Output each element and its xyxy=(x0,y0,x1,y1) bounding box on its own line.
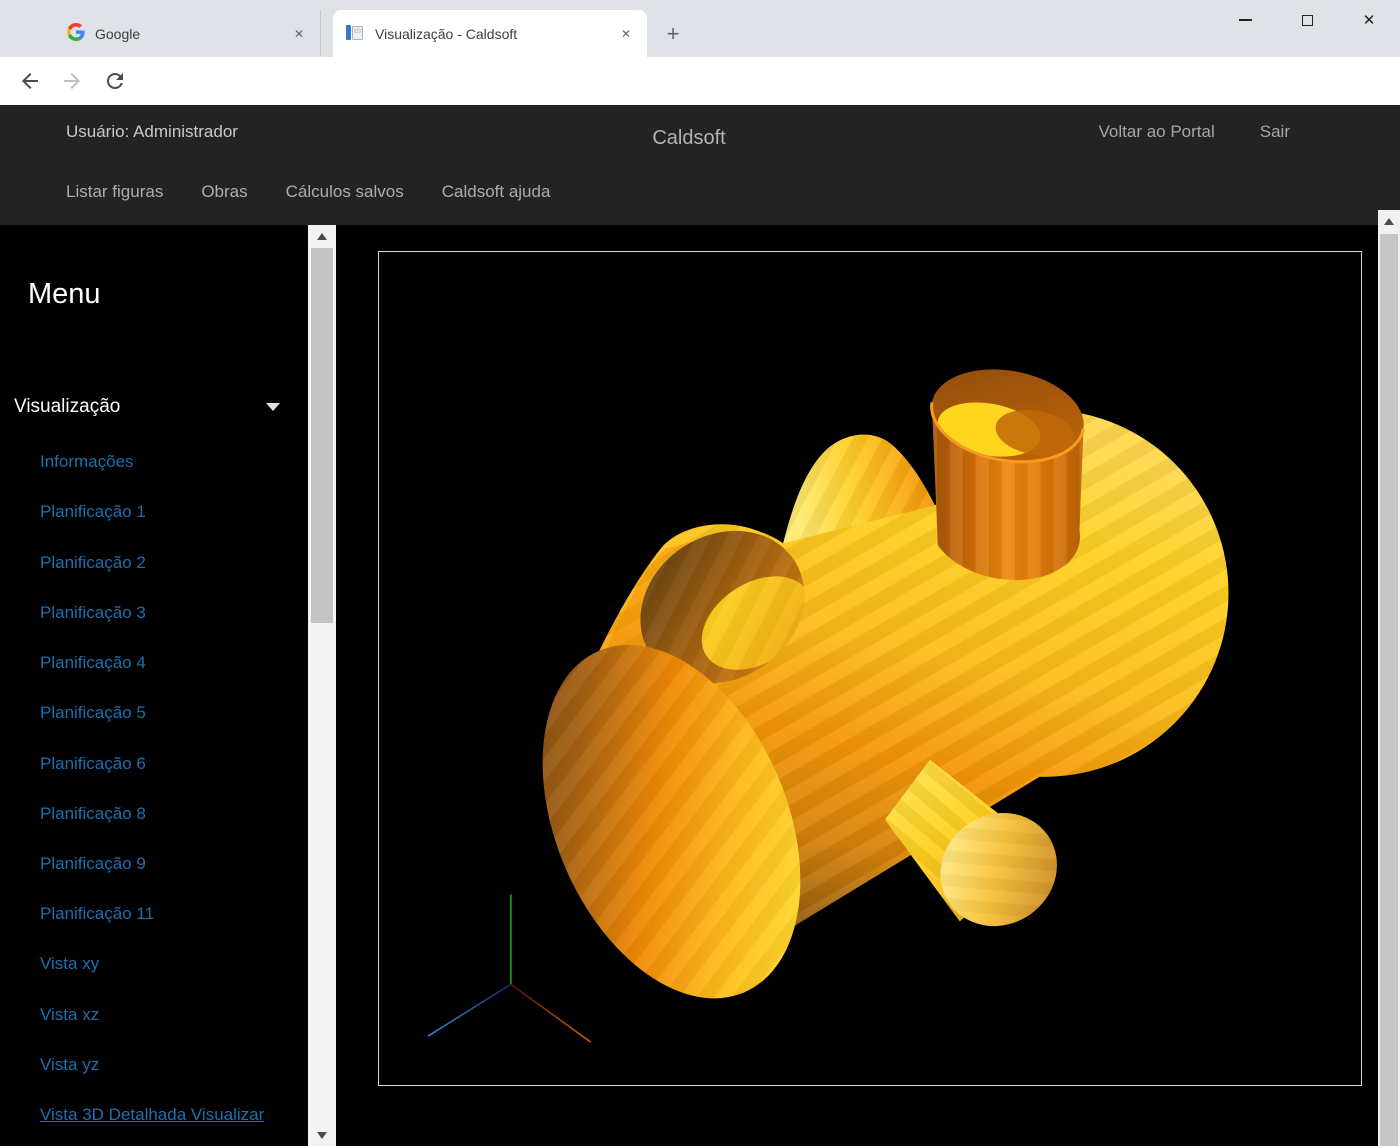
main-nav: Listar figuras Obras Cálculos salvos Cal… xyxy=(66,182,550,202)
sidebar: Menu Visualização Informações Planificaç… xyxy=(0,225,308,1146)
close-icon: ✕ xyxy=(1363,11,1376,29)
toolbar: calculo.info/Calculo/Visualizar ☆ C ⋮ xyxy=(0,57,1400,105)
sidebar-link-planificacao-1[interactable]: Planificação 1 xyxy=(40,502,146,522)
reload-icon[interactable] xyxy=(103,69,127,93)
header-links: Voltar ao Portal Sair xyxy=(1099,122,1290,142)
sidebar-link-planificacao-6[interactable]: Planificação 6 xyxy=(40,754,146,774)
sidebar-link-vista-xz[interactable]: Vista xz xyxy=(40,1005,99,1025)
sidebar-link-informacoes[interactable]: Informações xyxy=(40,452,134,472)
maximize-button[interactable] xyxy=(1276,0,1338,40)
close-tab-icon[interactable]: ✕ xyxy=(617,25,635,43)
axes-triad xyxy=(428,894,591,1042)
scroll-up-button[interactable] xyxy=(1378,210,1400,232)
axis-red xyxy=(511,984,591,1042)
sidebar-link-planificacao-4[interactable]: Planificação 4 xyxy=(40,653,146,673)
axis-blue xyxy=(428,984,511,1036)
scrollbar-thumb[interactable] xyxy=(311,248,333,623)
sidebar-link-vista-3d-detalhada[interactable]: Vista 3D Detalhada Visualizar xyxy=(40,1105,264,1125)
sidebar-link-planificacao-11[interactable]: Planificação 11 xyxy=(40,904,154,924)
vessel-top-nozzle xyxy=(924,358,1091,580)
nav-calculos-salvos[interactable]: Cálculos salvos xyxy=(286,182,404,202)
scroll-down-button[interactable] xyxy=(308,1124,336,1146)
section-label: Visualização xyxy=(14,396,120,417)
tab-google[interactable]: Google ✕ xyxy=(55,10,321,57)
viewer-frame xyxy=(378,251,1362,1086)
arrow-up-icon xyxy=(317,233,327,240)
sidebar-title: Menu xyxy=(28,278,101,311)
page-content: Usuário: Administrador Caldsoft Voltar a… xyxy=(0,105,1400,1146)
maximize-icon xyxy=(1302,15,1313,26)
tab-caldsoft[interactable]: Visualização - Caldsoft ✕ xyxy=(333,10,647,57)
sidebar-link-planificacao-2[interactable]: Planificação 2 xyxy=(40,553,146,573)
nav-obras[interactable]: Obras xyxy=(201,182,247,202)
back-icon[interactable] xyxy=(18,69,42,93)
portal-link[interactable]: Voltar ao Portal xyxy=(1099,122,1215,142)
model-canvas[interactable] xyxy=(379,252,1361,1085)
minimize-button[interactable] xyxy=(1214,0,1276,40)
google-logo-icon xyxy=(67,23,85,44)
page-scrollbar[interactable] xyxy=(1378,210,1400,1146)
browser-window: Google ✕ Visualização - Caldsoft ✕ + ✕ xyxy=(0,0,1400,1146)
sidebar-link-planificacao-3[interactable]: Planificação 3 xyxy=(40,603,146,623)
window-controls: ✕ xyxy=(1214,0,1400,40)
app-header: Usuário: Administrador Caldsoft Voltar a… xyxy=(0,105,1400,225)
sidebar-link-vista-yz[interactable]: Vista yz xyxy=(40,1055,99,1075)
sidebar-link-planificacao-8[interactable]: Planificação 8 xyxy=(40,804,146,824)
new-tab-button[interactable]: + xyxy=(659,21,687,49)
sidebar-section-visualizacao[interactable]: Visualização xyxy=(14,396,294,418)
nav-listar-figuras[interactable]: Listar figuras xyxy=(66,182,163,202)
sidebar-link-vista-xy[interactable]: Vista xy xyxy=(40,954,99,974)
nav-caldsoft-ajuda[interactable]: Caldsoft ajuda xyxy=(442,182,551,202)
titlebar: Google ✕ Visualização - Caldsoft ✕ + ✕ xyxy=(0,0,1400,57)
chevron-down-icon[interactable] xyxy=(266,403,280,411)
close-tab-icon[interactable]: ✕ xyxy=(290,25,308,43)
arrow-down-icon xyxy=(317,1132,327,1139)
logout-link[interactable]: Sair xyxy=(1260,122,1290,142)
forward-icon[interactable] xyxy=(60,69,84,93)
sidebar-scrollbar[interactable] xyxy=(308,225,336,1146)
scroll-up-button[interactable] xyxy=(308,225,336,247)
tab-title: Visualização - Caldsoft xyxy=(375,26,617,42)
close-window-button[interactable]: ✕ xyxy=(1338,0,1400,40)
minimize-icon xyxy=(1239,19,1252,21)
sidebar-link-planificacao-5[interactable]: Planificação 5 xyxy=(40,703,146,723)
arrow-up-icon xyxy=(1384,218,1394,225)
scrollbar-thumb[interactable] xyxy=(1380,234,1398,1146)
sidebar-link-planificacao-9[interactable]: Planificação 9 xyxy=(40,854,146,874)
caldsoft-favicon xyxy=(345,22,365,45)
tab-title: Google xyxy=(95,26,290,42)
